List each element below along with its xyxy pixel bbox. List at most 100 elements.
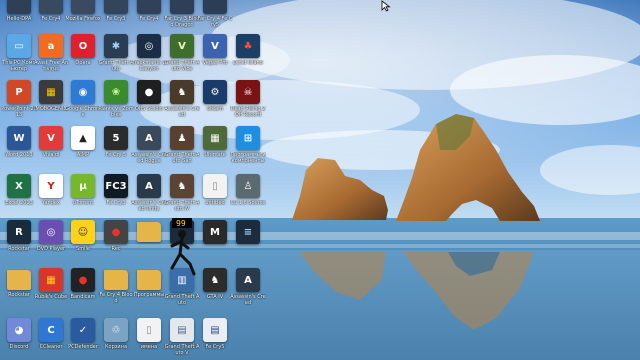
- desktop-icon-label: Grand Theft Auto: [98, 60, 134, 72]
- desktop-icon[interactable]: ☺ Smile: [66, 220, 100, 266]
- desktop-icon-glyph: ▦: [210, 132, 220, 144]
- desktop-icon[interactable]: ◉ Google Chrome: [65, 80, 101, 126]
- desktop-icon[interactable]: ♙ CS 1.6 Source: [231, 174, 265, 220]
- desktop-icon-label: Assassin's Creed: [164, 106, 200, 118]
- document-icon: ▤: [170, 318, 194, 342]
- desktop-icon-label: Google Chrome: [65, 106, 101, 118]
- desktop-icon[interactable]: V Grand Theft Auto Vice: [165, 34, 199, 80]
- folder-icon: [7, 270, 31, 290]
- desktop-icon[interactable]: Far Cry 4 Fe Cry5: [198, 0, 232, 36]
- desktop-icon[interactable]: μ uTorrent: [66, 174, 100, 220]
- desktop-icon[interactable]: A Assassin's Creed: [230, 268, 266, 314]
- desktop-icon-glyph: ▦: [46, 86, 56, 98]
- mobogenie-icon: ▦: [39, 80, 63, 104]
- desktop-icon-label: Plants vs Zombies: [98, 106, 134, 118]
- desktop-icon[interactable]: X Excel 2013: [2, 174, 36, 220]
- desktop-icon[interactable]: 5 Fe Cry 5: [99, 126, 133, 172]
- document-icon: ▤: [203, 318, 227, 342]
- desktop-icon[interactable]: ▦ MOBOGENIE: [34, 80, 68, 126]
- desktop-icon-glyph: ✱: [111, 40, 121, 52]
- desktop-icon[interactable]: ✓ PCDefender: [66, 318, 100, 360]
- desktop-icon[interactable]: Far Cry 3 Blood Dragon: [165, 0, 199, 36]
- desktop-icon-label: Grand Theft Auto IV: [164, 200, 200, 212]
- desktop-icon[interactable]: ▤ Grand Theft Auto V: [165, 318, 199, 360]
- desktop-icon[interactable]: ♞ Assassin's Creed: [164, 80, 200, 126]
- desktop-icon[interactable]: V Vegas Pro: [198, 34, 232, 80]
- desktop-icon-glyph: ≡: [243, 226, 253, 238]
- desktop-icon[interactable]: Y Yandex: [34, 174, 68, 220]
- desktop-icon[interactable]: Mozilla Firefox: [65, 0, 101, 36]
- desktop-icon[interactable]: ♲ Корзина: [99, 318, 133, 360]
- desktop-icon-glyph: μ: [79, 180, 87, 192]
- game-icon: ✱: [104, 34, 128, 58]
- desktop-icon-glyph: V: [178, 40, 186, 52]
- discord-icon: ◕: [7, 318, 31, 342]
- desktop-icon-glyph: A: [145, 132, 153, 144]
- gta-icon: ♞: [170, 174, 194, 198]
- desktop-icon[interactable]: ⊞ Программы и компоненты: [230, 126, 266, 172]
- desktop-icon[interactable]: ▭ This PC Компьютер: [2, 34, 36, 80]
- desktop-icon[interactable]: ◎ DVD Player: [34, 220, 68, 266]
- desktop-icon[interactable]: Hello-DPA: [2, 0, 36, 36]
- desktop-icon-glyph: ●: [144, 86, 154, 98]
- desktop-icon[interactable]: ◎ Trackmania 2 Canyon: [132, 34, 166, 80]
- disc-icon: ◎: [39, 220, 63, 244]
- desktop-icon-label: Fe Cry 4 Blood: [99, 292, 133, 304]
- desktop-icon[interactable]: R Rockstar: [2, 220, 36, 266]
- desktop-icon[interactable]: [132, 220, 166, 266]
- desktop-icon[interactable]: Fe Cry4: [34, 0, 68, 36]
- desktop-icon[interactable]: V Vivaldi: [34, 126, 68, 172]
- desktop-icon[interactable]: a Avast Free Antivirus: [34, 34, 68, 80]
- desktop-icon-label: Yandex: [42, 200, 60, 206]
- desktop-icon-label: имена: [140, 344, 158, 350]
- desktop-icon[interactable]: ♞ Grand Theft Auto IV: [165, 174, 199, 220]
- desktop-icon[interactable]: ● OBS Studio: [132, 80, 166, 126]
- desktop-icon[interactable]: ♟ Grand Theft Auto San: [165, 126, 199, 172]
- game-icon: 5: [104, 126, 128, 150]
- desktop-icon[interactable]: ◕ Discord: [2, 318, 36, 360]
- desktop-icon[interactable]: ● Bandicam: [66, 268, 100, 314]
- desktop-icon[interactable]: P PowerPoint 2013: [1, 80, 37, 126]
- desktop-icon[interactable]: C CCleaner: [34, 318, 68, 360]
- desktop-icon[interactable]: ⚙ Steam: [198, 80, 232, 126]
- desktop-icon[interactable]: Fe Cry3: [99, 0, 133, 36]
- desktop-icon[interactable]: ▲ AIMP: [66, 126, 100, 172]
- desktop-icon-glyph: ▯: [212, 180, 218, 192]
- firefox-icon: [71, 0, 95, 14]
- desktop-icon[interactable]: Fe Cry 4 Blood: [99, 268, 133, 314]
- desktop-icon[interactable]: A Assassin's Creed Unity: [131, 174, 167, 220]
- game-icon: [39, 0, 63, 14]
- desktop-icon[interactable]: W Word 2013: [2, 126, 36, 172]
- desktop-icon[interactable]: ☠ Dead Rising 2 Off Record: [231, 80, 265, 126]
- desktop: Hello-DPA Fe Cry4 Mozilla Firefox Fe Cry3 Fe…: [0, 0, 640, 360]
- desktop-icon-glyph: R: [15, 226, 23, 238]
- app-icon: M: [203, 220, 227, 244]
- desktop-icon-label: AIMP: [76, 152, 90, 158]
- desktop-icon[interactable]: ≡: [231, 220, 265, 266]
- desktop-icon-glyph: ☠: [243, 86, 253, 98]
- desktop-icon[interactable]: Fe Cry4: [132, 0, 166, 36]
- desktop-icon[interactable]: Программы: [132, 268, 166, 314]
- desktop-icon-glyph: ✓: [78, 324, 88, 336]
- desktop-icon-glyph: ▯: [146, 324, 152, 336]
- desktop-icon-label: Программы: [133, 292, 165, 298]
- desktop-icon-glyph: ♙: [243, 180, 253, 192]
- desktop-icon[interactable]: Rockstar: [2, 268, 36, 314]
- desktop-icon[interactable]: ❀ Plants vs Zombies: [98, 80, 134, 126]
- desktop-icon[interactable]: FC3 Fe Cry3: [99, 174, 133, 220]
- desktop-icon-label: PowerPoint 2013: [1, 106, 37, 118]
- excel-icon: X: [7, 174, 31, 198]
- desktop-icon[interactable]: ▦ Ultimate: [198, 126, 232, 172]
- desktop-icon[interactable]: ● Rec: [99, 220, 133, 266]
- desktop-icon-label: Excel 2013: [5, 200, 33, 206]
- desktop-icon[interactable]: ▦ Rubik's Cube: [34, 268, 68, 314]
- desktop-icon[interactable]: ▯ имена: [132, 318, 166, 360]
- desktop-icon[interactable]: ♣ Dead Island: [231, 34, 265, 80]
- desktop-icon-label: Fe Cry3: [106, 200, 126, 206]
- desktop-icon-glyph: O: [78, 40, 88, 52]
- desktop-icon[interactable]: ✱ Grand Theft Auto: [99, 34, 133, 80]
- desktop-icon[interactable]: O Opera: [66, 34, 100, 80]
- desktop-icon[interactable]: ▯ untitled: [198, 174, 232, 220]
- desktop-icon[interactable]: A Assassin's Creed Rogue: [131, 126, 167, 172]
- desktop-icon[interactable]: ▤ Fe Cry5: [198, 318, 232, 360]
